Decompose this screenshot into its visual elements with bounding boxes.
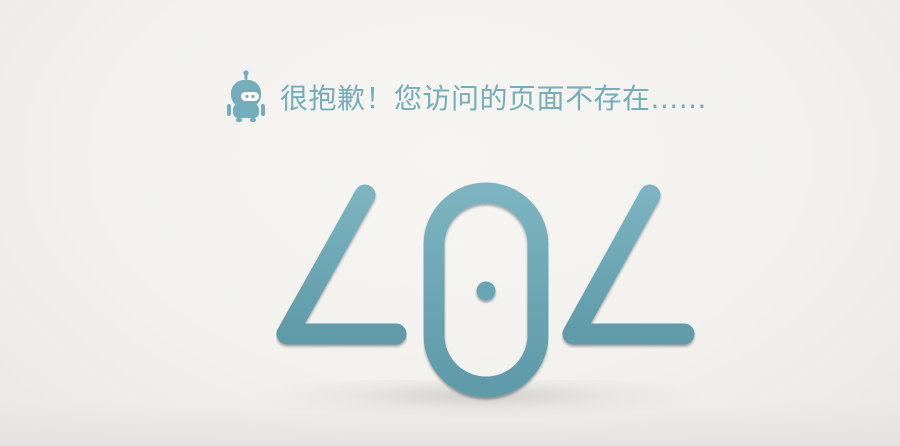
digit-zero (423, 182, 549, 398)
error-page: 很抱歉！您访问的页面不存在...... (0, 0, 900, 446)
zero-center-dot (476, 281, 496, 301)
error-code-404 (276, 182, 695, 398)
digit-four-left (276, 184, 407, 392)
digit-four-right (562, 184, 695, 392)
